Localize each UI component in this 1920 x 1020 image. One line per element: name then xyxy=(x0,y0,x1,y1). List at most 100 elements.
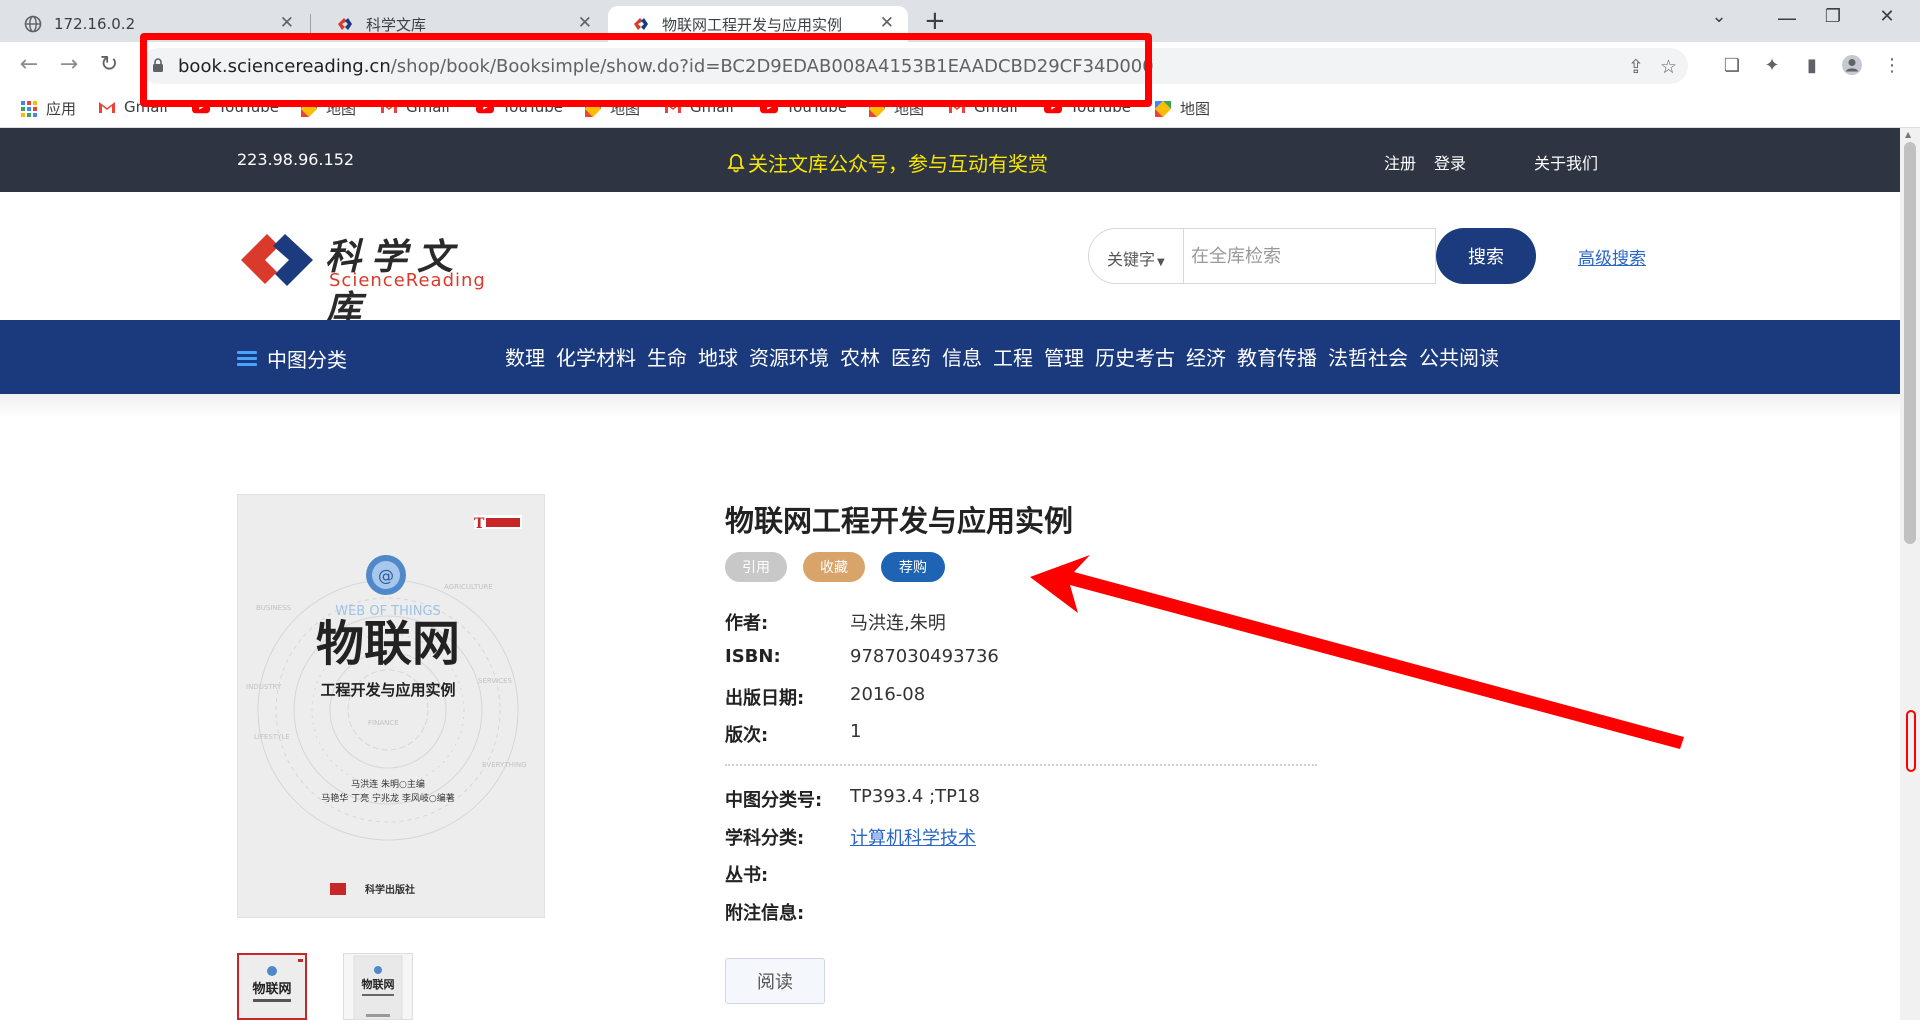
book-cover-image: T @ WEB OF THINGS 物联网 工程开发与应用实例 AGRICULT… xyxy=(237,494,545,918)
login-link[interactable]: 登录 xyxy=(1434,150,1466,174)
cover-word-cloud: INDUSTRY xyxy=(246,683,282,691)
cover-publisher: 科学出版社 xyxy=(365,883,415,896)
cover-series-mark: T xyxy=(474,516,485,532)
about-us-link[interactable]: 关于我们 xyxy=(1534,150,1598,174)
close-tab-icon[interactable]: ✕ xyxy=(880,13,894,33)
category-menu-button[interactable]: 中图分类 xyxy=(237,344,347,373)
sciencereading-favicon xyxy=(336,15,354,33)
nav-shadow xyxy=(0,394,1900,418)
subject-link[interactable]: 计算机科学技术 xyxy=(850,824,976,850)
edition-value: 1 xyxy=(850,721,862,742)
book-title: 物联网工程开发与应用实例 xyxy=(725,504,1074,538)
search-type-dropdown[interactable]: 关键字 ▼ xyxy=(1107,246,1165,270)
search-input[interactable] xyxy=(1191,239,1421,273)
register-link[interactable]: 注册 xyxy=(1384,150,1416,174)
publish-date-value: 2016-08 xyxy=(850,684,926,705)
nav-item-history-archaeology[interactable]: 历史考古 xyxy=(1095,342,1175,371)
category-menu-label: 中图分类 xyxy=(267,348,347,372)
clc-number-label: 中图分类号: xyxy=(725,790,823,811)
search-box: 关键字 ▼ xyxy=(1088,228,1436,284)
close-tab-icon[interactable]: ✕ xyxy=(578,13,592,33)
nav-item-management[interactable]: 管理 xyxy=(1044,342,1084,371)
nav-item-resources-environment[interactable]: 资源环境 xyxy=(749,342,829,371)
minimize-icon[interactable]: — xyxy=(1764,6,1810,30)
nav-item-life[interactable]: 生命 xyxy=(647,342,687,371)
side-panel-icon[interactable]: ▮ xyxy=(1800,53,1824,77)
scroll-up-arrow-icon[interactable]: ▲ xyxy=(1905,130,1911,139)
nav-item-information[interactable]: 信息 xyxy=(942,342,982,371)
nav-item-chemistry-materials[interactable]: 化学材料 xyxy=(556,342,636,371)
clc-number-value: TP393.4 ;TP18 xyxy=(850,786,980,807)
bookmark-maps[interactable]: 地图 xyxy=(1154,98,1210,119)
share-icon[interactable]: ⇪ xyxy=(1628,56,1644,78)
logo-english-name: ScienceReading xyxy=(329,270,486,291)
scrollbar-thumb[interactable] xyxy=(1904,142,1916,544)
nav-item-agriculture-forestry[interactable]: 农林 xyxy=(840,342,880,371)
tab-groups-icon[interactable]: ❏ xyxy=(1720,53,1744,77)
search-button[interactable]: 搜索 xyxy=(1436,228,1536,284)
tab-title: 科学文库 xyxy=(366,15,427,34)
favorite-button[interactable]: 收藏 xyxy=(803,552,865,582)
apps-grid-icon xyxy=(20,100,38,117)
cover-subtitle: 工程开发与应用实例 xyxy=(320,681,455,699)
search-type-label: 关键字 xyxy=(1107,250,1156,269)
cover-word-cloud: FINANCE xyxy=(368,719,399,727)
metadata-divider xyxy=(725,764,1317,766)
tab-search-icon[interactable]: ⌄ xyxy=(1696,6,1742,27)
nav-item-law-philosophy-society[interactable]: 法哲社会 xyxy=(1328,342,1408,371)
cover-word-cloud: SERVICES xyxy=(478,677,513,685)
nav-item-education-communication[interactable]: 教育传播 xyxy=(1237,342,1317,371)
subject-nav-list: 数理 化学材料 生命 地球 资源环境 农林 医药 信息 工程 管理 历史考古 经… xyxy=(505,342,1499,371)
gmail-icon xyxy=(98,99,116,115)
nav-item-medicine[interactable]: 医药 xyxy=(891,342,931,371)
bookmark-star-icon[interactable]: ☆ xyxy=(1660,56,1677,78)
caret-down-icon: ▼ xyxy=(1157,257,1165,268)
author-value: 马洪连,朱明 xyxy=(850,613,946,634)
bookmark-label: 应用 xyxy=(46,100,77,118)
nav-item-math-physics[interactable]: 数理 xyxy=(505,342,545,371)
svg-text:@: @ xyxy=(378,566,394,585)
bookmark-label: 地图 xyxy=(1180,100,1211,118)
subject-label: 学科分类: xyxy=(725,828,805,849)
extensions-icon[interactable]: ✦ xyxy=(1760,53,1784,77)
isbn-label: ISBN: xyxy=(725,646,781,667)
tab-separator xyxy=(310,14,311,34)
isbn-value: 9787030493736 xyxy=(850,646,999,667)
profile-avatar-icon[interactable] xyxy=(1840,53,1864,77)
nav-item-earth[interactable]: 地球 xyxy=(698,342,738,371)
reload-icon[interactable]: ↻ xyxy=(94,52,124,77)
close-tab-icon[interactable]: ✕ xyxy=(280,13,294,33)
bell-icon xyxy=(727,153,745,172)
cover-word-cloud: BUSINESS xyxy=(256,604,292,612)
page-scrollbar[interactable]: ▲ xyxy=(1900,128,1920,1020)
cover-art: T @ WEB OF THINGS 物联网 工程开发与应用实例 AGRICULT… xyxy=(238,495,544,917)
url-highlight-box xyxy=(140,33,1152,107)
advanced-search-link[interactable]: 高级搜索 xyxy=(1578,244,1646,269)
recommend-purchase-button[interactable]: 荐购 xyxy=(881,552,945,582)
restore-icon[interactable]: ❐ xyxy=(1810,6,1856,27)
close-window-icon[interactable]: ✕ xyxy=(1864,6,1910,27)
notice-text: 关注文库公众号，参与互动有奖赏 xyxy=(748,152,1048,176)
wechat-notice[interactable]: 关注文库公众号，参与互动有奖赏 xyxy=(726,148,1048,177)
globe-icon xyxy=(24,15,42,33)
sciencereading-logo[interactable]: 科学文库 ScienceReading xyxy=(237,226,497,330)
note-label: 附注信息: xyxy=(725,903,805,924)
cover-thumbnail[interactable]: 物联网 xyxy=(343,953,413,1020)
nav-item-public-reading[interactable]: 公共阅读 xyxy=(1419,342,1499,371)
cite-button[interactable]: 引用 xyxy=(725,552,787,582)
tab-title: 物联网工程开发与应用实例 xyxy=(662,15,843,34)
cover-editors-line2: 马艳华 丁亮 宁兆龙 李风岐○编著 xyxy=(321,792,454,804)
cover-thumbnail-selected[interactable]: 物联网 xyxy=(237,953,307,1020)
author-label: 作者: xyxy=(725,613,769,634)
nav-item-economics[interactable]: 经济 xyxy=(1186,342,1226,371)
thumbnail-back-cover: 物联网 xyxy=(344,954,412,1019)
read-button[interactable]: 阅读 xyxy=(725,958,825,1004)
bookmark-apps[interactable]: 应用 xyxy=(20,98,76,119)
site-header: 科学文库 ScienceReading 关键字▼ 搜索 高级搜索 xyxy=(0,192,1900,330)
nav-item-engineering[interactable]: 工程 xyxy=(993,342,1033,371)
menu-kebab-icon[interactable]: ⋮ xyxy=(1880,53,1904,77)
back-icon[interactable]: ← xyxy=(14,52,44,77)
cover-big-title: 物联网 xyxy=(316,616,460,672)
forward-icon[interactable]: → xyxy=(54,52,84,77)
new-tab-button[interactable]: + xyxy=(924,8,946,34)
